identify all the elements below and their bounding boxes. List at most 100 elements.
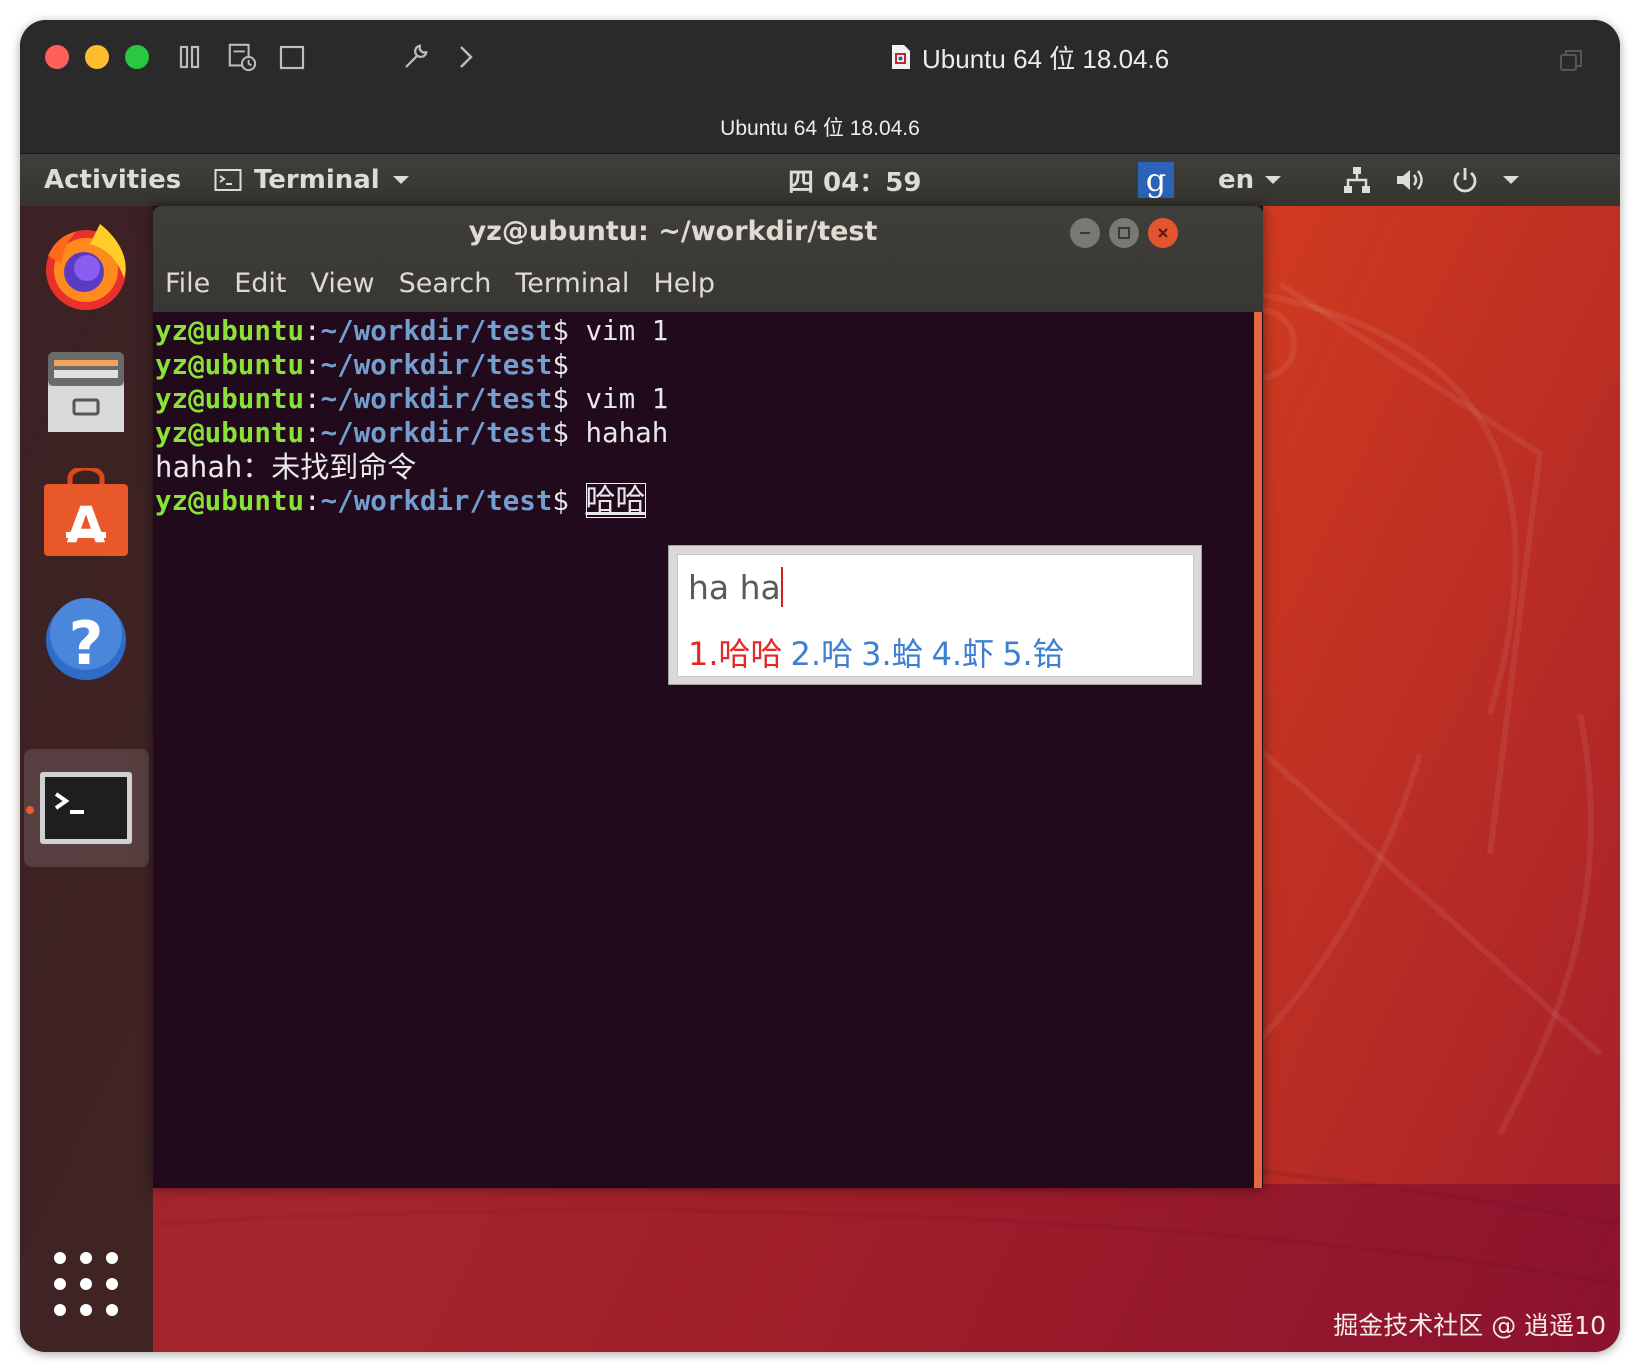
prompt-user: yz@ubuntu [155,383,305,415]
chevron-down-icon [392,176,409,184]
prompt-colon: : [304,383,321,415]
command-text: hahah [568,417,669,449]
keyboard-layout-menu[interactable]: en [1218,154,1282,206]
ime-pinyin-text: ha ha [688,568,781,607]
minimize-icon [1080,232,1090,234]
prompt-dollar: $ [552,315,569,347]
keyboard-layout-label: en [1218,165,1255,195]
prompt-colon: : [304,349,321,381]
app-menu-label: Terminal [254,165,380,195]
system-status-area[interactable] [1342,154,1520,206]
prompt-user: yz@ubuntu [155,349,305,381]
maximize-window-button[interactable] [125,45,149,69]
prompt-path: ~/workdir/test [320,417,553,449]
vm-document-icon [892,45,910,69]
firefox-icon[interactable] [40,220,132,312]
ime-candidate-4[interactable]: 4.虾 [932,629,995,673]
maximize-icon [1118,227,1130,239]
window-restore-icon[interactable] [1558,46,1584,76]
menu-view[interactable]: View [310,268,374,308]
vm-title-text: Ubuntu 64 位 18.04.6 [922,43,1170,74]
close-icon [1158,228,1168,238]
chevron-down-icon [1265,176,1282,184]
menu-search[interactable]: Search [399,268,492,308]
show-applications-icon[interactable] [52,1250,120,1318]
terminal-output[interactable]: yz@ubuntu:~/workdir/test$ vim 1 yz@ubunt… [153,312,1263,1188]
terminal-line: yz@ubuntu:~/workdir/test$ 哈哈 [155,483,646,518]
settings-wrench-icon[interactable] [400,42,432,72]
software-center-icon[interactable]: A [40,468,132,560]
terminal-icon[interactable] [38,762,134,854]
terminal-scrollbar[interactable] [1254,312,1262,1188]
vm-title: Ubuntu 64 位 18.04.6 [890,40,1169,74]
chevron-right-icon[interactable] [456,42,476,72]
clock-label: 四 04：59 [788,167,922,198]
ime-candidate-1[interactable]: 1.哈哈 [688,629,783,673]
ime-cursor [780,567,783,607]
prompt-colon: : [304,417,321,449]
terminal-close-button[interactable] [1148,218,1178,248]
svg-text:A: A [67,496,106,554]
menu-file[interactable]: File [165,268,210,308]
volume-icon [1397,170,1423,190]
prompt-colon: : [304,485,321,517]
pause-icon[interactable] [178,42,202,72]
menu-help[interactable]: Help [653,268,715,308]
running-indicator [26,806,34,814]
terminal-header: yz@ubuntu: ~/workdir/test File Edit View… [153,206,1263,312]
app-menu-terminal[interactable]: Terminal [214,154,410,206]
terminal-minimize-button[interactable] [1070,218,1100,248]
activities-label: Activities [44,165,182,195]
menu-edit[interactable]: Edit [234,268,286,308]
ime-candidate-2[interactable]: 2.哈 [791,629,854,673]
ime-candidate-panel: ha ha 1.哈哈 2.哈 3.蛤 4.虾 5.铪 [677,554,1194,677]
prompt-dollar: $ [552,485,569,517]
prompt-user: yz@ubuntu [155,417,305,449]
watermark: 掘金技术社区 @ 逍遥10 [1333,1311,1606,1340]
menu-terminal[interactable]: Terminal [515,268,629,308]
input-method-indicator[interactable]: g [1138,154,1174,206]
terminal-error-line: hahah：未找到命令 [155,450,417,484]
svg-text:?: ? [69,609,104,679]
files-icon[interactable] [40,346,132,438]
terminal-window: yz@ubuntu: ~/workdir/test File Edit View… [153,206,1263,1188]
ubuntu-desktop: Activities Terminal 四 04：59 g en A ? yz@… [20,154,1620,1352]
minimize-window-button[interactable] [85,45,109,69]
vm-subtitle: Ubuntu 64 位 18.04.6 [720,117,920,140]
snapshot-icon[interactable] [226,42,258,72]
terminal-line: yz@ubuntu:~/workdir/test$ vim 1 [155,314,668,348]
terminal-menubar: File Edit View Search Terminal Help [165,268,715,308]
ime-candidate-3[interactable]: 3.蛤 [861,629,924,673]
prompt-path: ~/workdir/test [320,383,553,415]
terminal-line: yz@ubuntu:~/workdir/test$ hahah [155,416,668,450]
command-text [569,485,586,517]
ime-input-field[interactable]: ha ha [688,567,783,611]
close-window-button[interactable] [45,45,69,69]
dock: A ? [20,206,153,1352]
ime-candidate-5[interactable]: 5.铪 [1002,629,1065,673]
host-titlebar: Ubuntu 64 位 18.04.6 Ubuntu 64 位 18.04.6 [20,20,1620,154]
terminal-maximize-button[interactable] [1109,218,1139,248]
command-text: vim 1 [568,315,669,347]
ime-candidate-popup: ha ha 1.哈哈 2.哈 3.蛤 4.虾 5.铪 [668,545,1202,685]
prompt-dollar: $ [552,349,569,381]
prompt-dollar: $ [552,383,569,415]
terminal-line: yz@ubuntu:~/workdir/test$ vim 1 [155,382,668,416]
clock[interactable]: 四 04：59 [788,154,921,206]
help-icon[interactable]: ? [40,594,132,686]
host-vm-window: Ubuntu 64 位 18.04.6 Ubuntu 64 位 18.04.6 [20,20,1620,1352]
ime-candidate-list: 1.哈哈 2.哈 3.蛤 4.虾 5.铪 [688,629,1065,673]
chevron-down-icon [1503,176,1519,184]
prompt-colon: : [304,315,321,347]
ime-preedit-text: 哈哈 [585,483,646,518]
prompt-path: ~/workdir/test [320,485,553,517]
fullscreen-icon[interactable] [278,42,306,72]
command-text: vim 1 [568,383,669,415]
network-wired-icon [1344,167,1370,193]
prompt-user: yz@ubuntu [155,485,305,517]
top-panel: Activities Terminal 四 04：59 g en [20,154,1620,206]
terminal-title: yz@ubuntu: ~/workdir/test [468,216,878,247]
activities-button[interactable]: Activities [44,154,181,206]
prompt-user: yz@ubuntu [155,315,305,347]
power-icon [1453,168,1477,193]
